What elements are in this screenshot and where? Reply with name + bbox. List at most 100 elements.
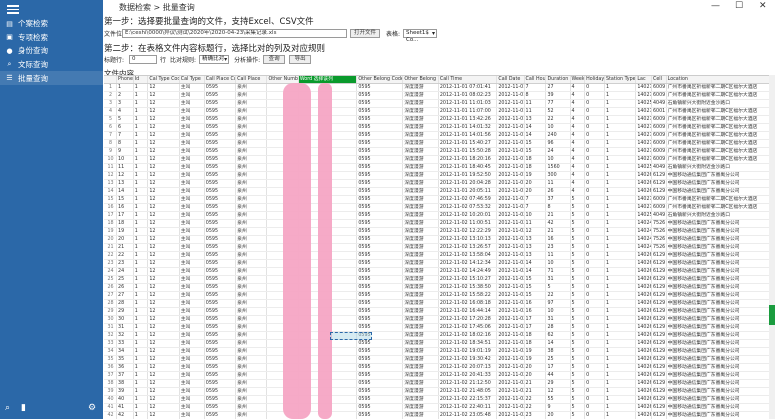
table-cell[interactable]: 0595 [356,355,404,365]
table-cell[interactable]: 1 [604,123,637,133]
table-cell[interactable]: 深度漫游 [402,179,439,189]
table-cell[interactable]: 12 [147,107,180,117]
table-cell[interactable]: 14027 [635,107,652,117]
table-cell[interactable]: 62 [545,331,571,341]
table-cell[interactable]: 2012-11-01 11:07:00 [438,107,498,117]
table-cell[interactable]: 0595 [204,259,237,269]
table-cell[interactable]: 中国移动通信集团广东番禺分公司 [666,259,769,269]
table-cell[interactable]: 泉州 [235,291,268,301]
table-cell[interactable]: 42 [545,219,571,229]
table-cell[interactable]: 32 [116,331,134,341]
table-cell[interactable]: 4 [570,155,586,165]
table-row[interactable]: 26 26 1 12 主叫 0595 泉州 0595 深度漫游 2012-11-02 15:38:… [104,283,769,293]
table-cell[interactable]: 0595 [356,251,404,261]
table-cell[interactable]: 2012-11-02 18:34:51 [438,339,498,349]
table-cell[interactable]: 8 [116,139,134,149]
table-cell[interactable]: 35 [104,355,118,365]
table-cell[interactable]: 16 [524,299,547,309]
table-cell[interactable]: 泉州 [235,275,268,285]
table-cell[interactable]: 21 [545,227,571,237]
table-cell[interactable]: 4 [570,83,586,93]
table-cell[interactable]: 6129 [651,267,667,277]
table-cell[interactable]: 中国移动通信集团广东番禺分公司 [666,379,769,389]
table-cell[interactable]: 15 [524,275,547,285]
table-cell[interactable]: 14026 [635,323,652,333]
table-row[interactable]: 42 42 1 12 主叫 0595 泉州 0595 深度漫游 2012-11-02 23:05:… [104,411,769,419]
table-cell[interactable]: 14026 [635,403,652,413]
table-cell[interactable]: 2012-11-01 [496,163,525,173]
table-cell[interactable]: 主叫 [179,227,205,237]
table-cell[interactable]: 0595 [204,331,237,341]
table-cell[interactable]: 泉州 [235,267,268,277]
table-cell[interactable]: 5 [570,331,586,341]
table-row[interactable]: 27 27 1 12 主叫 0595 泉州 0595 深度漫游 2012-11-02 15:58:… [104,291,769,301]
table-cell[interactable]: 7526 [651,243,667,253]
table-cell[interactable]: 17 [545,363,571,373]
table-cell[interactable]: 10 [545,259,571,269]
table-cell[interactable]: 14026 [635,299,652,309]
table-row[interactable]: 37 37 1 12 主叫 0595 泉州 0595 深度漫游 2012-11-02 20:41:… [104,371,769,381]
table-cell[interactable]: 中国移动通信集团广东番禺分公司 [666,323,769,333]
table-cell[interactable]: 5 [570,243,586,253]
table-cell[interactable]: 12 [116,171,134,181]
table-cell[interactable]: 泉州 [235,235,268,245]
table-cell[interactable]: 5 [570,315,586,325]
table-cell[interactable]: 0595 [204,251,237,261]
table-cell[interactable]: 泉州 [235,403,268,413]
table-cell[interactable]: 13 [104,179,118,189]
table-cell[interactable]: 5 [104,115,118,125]
table-cell[interactable]: 泉州 [235,91,268,101]
table-cell[interactable]: 1 [604,155,637,165]
table-row[interactable]: 20 20 1 12 主叫 0595 泉州 0595 深度漫游 2012-11-02 13:10:… [104,235,769,245]
table-cell[interactable]: 19 [116,227,134,237]
table-cell[interactable]: 主叫 [179,171,205,181]
table-cell[interactable]: 14027 [635,123,652,133]
table-cell[interactable]: 41 [116,403,134,413]
table-cell[interactable]: 主叫 [179,379,205,389]
table-row[interactable]: 36 36 1 12 主叫 0595 泉州 0595 深度漫游 2012-11-02 20:07:… [104,363,769,373]
table-cell[interactable]: 12 [147,339,180,349]
table-row[interactable]: 8 8 1 12 主叫 0595 泉州 0595 深度漫游 2012-11-01 15:40:27… [104,139,769,149]
table-cell[interactable]: 8 [104,139,118,149]
table-cell[interactable]: 1 [604,355,637,365]
table-cell[interactable]: 5 [570,371,586,381]
table-cell[interactable]: 深度漫游 [402,91,439,101]
table-cell[interactable]: 12 [147,139,180,149]
table-cell[interactable]: 0595 [204,355,237,365]
table-cell[interactable]: 14026 [635,395,652,405]
table-cell[interactable]: 1560 [545,163,571,173]
table-cell[interactable]: 1 [133,91,149,101]
table-cell[interactable]: 5 [570,275,586,285]
table-cell[interactable]: 泉州 [235,131,268,141]
table-cell[interactable]: 1 [604,307,637,317]
table-cell[interactable]: 1 [604,211,637,221]
table-cell[interactable]: 2012-11-01 14:01:32 [438,123,498,133]
table-cell[interactable]: 1 [604,275,637,285]
table-cell[interactable]: 5 [570,363,586,373]
table-cell[interactable]: 12 [147,355,180,365]
table-cell[interactable]: 深度漫游 [402,259,439,269]
scrollbar-thumb[interactable] [769,305,775,325]
table-cell[interactable]: 1 [133,83,149,93]
table-cell[interactable]: 0 [584,403,605,413]
table-cell[interactable]: 广州市番禺区祈福新邨二期C区福尔大酒店 [666,155,769,165]
table-cell[interactable]: 13 [524,251,547,261]
table-cell[interactable]: 10 [116,155,134,165]
table-cell[interactable]: 2012-11-02 15:10:27 [438,275,498,285]
table-cell[interactable]: 12 [147,163,180,173]
table-cell[interactable]: 1 [133,339,149,349]
table-cell[interactable]: 14027 [635,155,652,165]
table-cell[interactable]: 中国移动通信集团广东番禺分公司 [666,291,769,301]
table-cell[interactable]: 0 [584,411,605,419]
table-cell[interactable]: 泉州 [235,99,268,109]
table-cell[interactable]: 2012-11-02 22:40:11 [438,403,498,413]
table-cell[interactable]: 1 [133,259,149,269]
table-cell[interactable]: 14024 [635,243,652,253]
table-cell[interactable]: 71 [545,267,571,277]
table-cell[interactable]: 主叫 [179,91,205,101]
table-cell[interactable]: 12 [147,299,180,309]
table-cell[interactable]: 0 [584,163,605,173]
table-cell[interactable]: 主叫 [179,387,205,397]
table-cell[interactable]: 16 [104,203,118,213]
table-cell[interactable]: 14027 [635,147,652,157]
